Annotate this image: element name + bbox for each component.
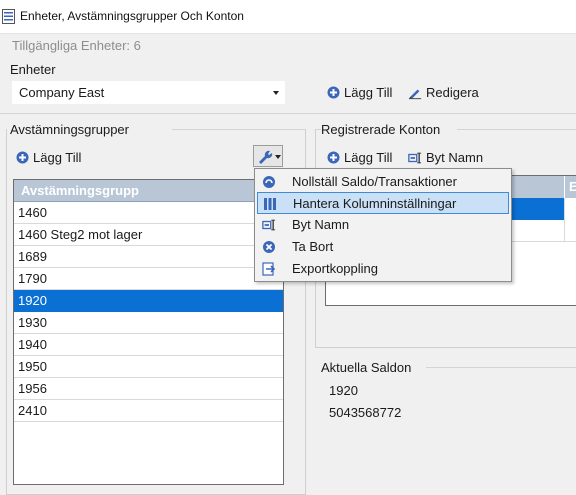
list-item[interactable]: 1950 [14,356,283,378]
delete-circle-icon [263,241,275,253]
units-add-label: Lägg Till [344,85,393,100]
menu-item-label: Hantera Kolumninställningar [293,196,457,211]
menu-item-label: Exportkoppling [292,261,378,276]
accounts-rename-label: Byt Namn [426,150,484,165]
context-menu: Nollställ Saldo/Transaktioner Hantera Ko… [254,168,512,282]
units-dropdown[interactable]: Company East [12,81,285,104]
plus-circle-icon [327,86,340,99]
balances-label: Aktuella Saldon [321,360,412,375]
list-item[interactable]: 1689 [14,246,283,268]
list-item[interactable]: 1920 [14,290,283,312]
groups-list[interactable]: Avstämningsgrupp 1460 1460 Steg2 mot lage… [13,179,284,485]
groups-column-header[interactable]: Avstämningsgrupp [14,180,283,202]
pencil-icon [408,89,422,99]
app-document-icon [2,9,15,24]
wrench-icon [259,150,273,164]
units-add-button[interactable]: Lägg Till [327,85,392,100]
accounts-rename-button[interactable]: Byt Namn [408,150,483,165]
export-icon [262,262,276,276]
list-item[interactable]: 1790 [14,268,283,290]
plus-circle-icon [327,151,340,164]
list-item[interactable]: 1460 Steg2 mot lager [14,224,283,246]
menu-item-label: Byt Namn [292,217,350,232]
units-dropdown-value: Company East [19,85,105,100]
accounts-add-label: Lägg Till [344,150,393,165]
list-item[interactable]: 1460 [14,202,283,224]
menu-item-rename[interactable]: Byt Namn [257,214,509,236]
list-item[interactable]: 1956 [14,378,283,400]
menu-item-label: Nollställ Saldo/Transaktioner [292,174,457,189]
window-title: Enheter, Avstämningsgrupper Och Konton [20,9,244,23]
list-item[interactable]: 1940 [14,334,283,356]
accounts-add-button[interactable]: Lägg Till [327,150,392,165]
menu-item-label: Ta Bort [292,239,334,254]
balance-account: 1920 [329,383,358,398]
list-item[interactable]: 1930 [14,312,283,334]
menu-item-export[interactable]: Exportkoppling [257,258,509,280]
menu-item-delete[interactable]: Ta Bort [257,236,509,258]
accounts-grid-header-col2[interactable]: E [564,176,576,198]
section-divider [0,113,576,114]
columns-icon [264,198,276,210]
units-edit-button[interactable]: Redigera [408,85,479,100]
balances-frame-top [426,367,576,368]
plus-circle-icon [16,151,29,164]
units-label: Enheter [10,62,56,77]
dropdown-arrow-icon [273,91,279,95]
groups-tools-button[interactable] [253,145,283,167]
chevron-down-icon [275,155,281,159]
balance-amount: 5043568772 [329,405,402,420]
available-units-text: Tillgängliga Enheter: 6 [12,38,141,53]
rename-icon [262,219,276,231]
title-bar: Enheter, Avstämningsgrupper Och Konton [0,0,576,34]
units-edit-label: Redigera [426,85,479,100]
reset-circle-icon [263,176,275,188]
rename-icon [408,152,422,163]
menu-item-columns[interactable]: Hantera Kolumninställningar [257,192,509,214]
menu-item-reset[interactable]: Nollställ Saldo/Transaktioner [257,171,509,193]
groups-add-button[interactable]: Lägg Till [16,150,81,165]
groups-add-label: Lägg Till [33,150,82,165]
list-item[interactable]: 2410 [14,400,283,422]
